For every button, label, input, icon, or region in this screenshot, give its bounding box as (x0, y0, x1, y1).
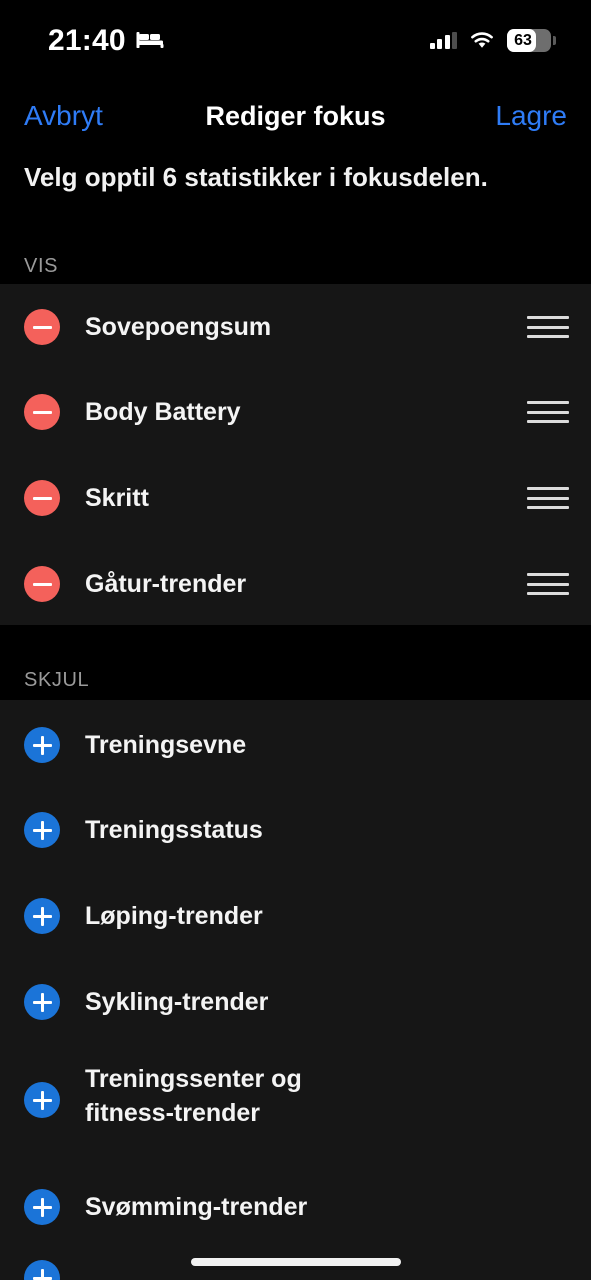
bed-icon (136, 31, 164, 51)
battery-tip (553, 36, 556, 45)
list-item-label: Body Battery (85, 398, 241, 426)
status-bar-left: 21:40 (48, 24, 164, 58)
drag-handle-icon[interactable] (527, 316, 569, 338)
drag-handle-icon[interactable] (527, 487, 569, 509)
phone-screen: 21:40 63 Avbryt Rediger fokus Lagre Velg… (0, 0, 591, 1280)
list-item[interactable]: Gåtur-trender (0, 563, 591, 605)
remove-button[interactable] (24, 480, 60, 516)
cellular-signal-icon (429, 32, 457, 49)
list-item[interactable]: Løping-trender (0, 895, 591, 937)
add-button[interactable] (24, 984, 60, 1020)
section-header-hide: SKJUL (24, 669, 90, 691)
list-item-label: Svømming-trender (85, 1193, 308, 1221)
add-button[interactable] (24, 727, 60, 763)
status-bar-right: 63 (429, 29, 556, 52)
add-button[interactable] (24, 1260, 60, 1280)
list-item-label: Skritt (85, 484, 149, 512)
list-item-label: Treningsevne (85, 731, 247, 759)
home-indicator[interactable] (190, 1258, 401, 1266)
list-item[interactable]: Treningsevne (0, 724, 591, 766)
drag-handle-icon[interactable] (527, 573, 569, 595)
instruction-text: Velg opptil 6 statistikker i fokusdelen. (24, 162, 488, 192)
list-item[interactable]: Svømming-trender (0, 1186, 591, 1228)
list-item[interactable]: Treningsstatus (0, 809, 591, 851)
add-button[interactable] (24, 1082, 60, 1118)
list-item-label: Gåtur-trender (85, 570, 247, 598)
show-list-section: Sovepoengsum Body Battery Skritt Gåtur-t… (0, 284, 591, 625)
list-item-label: Sovepoengsum (85, 313, 272, 341)
remove-button[interactable] (24, 309, 60, 345)
battery-icon: 63 (507, 29, 556, 52)
list-item-label: Treningsstatus (85, 816, 263, 844)
list-item-label: Treningssenter og fitness-trender (85, 1065, 302, 1127)
remove-button[interactable] (24, 394, 60, 430)
section-header-show: VIS (24, 255, 59, 277)
add-button[interactable] (24, 898, 60, 934)
list-item-label: Sykling-trender (85, 988, 269, 1016)
status-bar-clock: 21:40 (48, 24, 126, 57)
list-item[interactable]: Sovepoengsum (0, 306, 591, 348)
status-bar: 21:40 63 (0, 0, 591, 82)
navigation-bar: Avbryt Rediger fokus Lagre (0, 82, 591, 150)
list-item[interactable]: Skritt (0, 477, 591, 519)
wifi-icon (470, 31, 494, 50)
list-item[interactable]: Body Battery (0, 391, 591, 433)
battery-percent-label: 63 (514, 32, 532, 49)
drag-handle-icon[interactable] (527, 401, 569, 423)
hide-list-section: Treningsevne Treningsstatus Løping-trend… (0, 700, 591, 1280)
list-item-label: Løping-trender (85, 902, 263, 930)
add-button[interactable] (24, 1189, 60, 1225)
list-item[interactable]: Sykling-trender (0, 981, 591, 1023)
save-button[interactable]: Lagre (495, 96, 567, 136)
list-item[interactable]: Treningssenter og fitness-trender (0, 1062, 591, 1138)
add-button[interactable] (24, 812, 60, 848)
remove-button[interactable] (24, 566, 60, 602)
